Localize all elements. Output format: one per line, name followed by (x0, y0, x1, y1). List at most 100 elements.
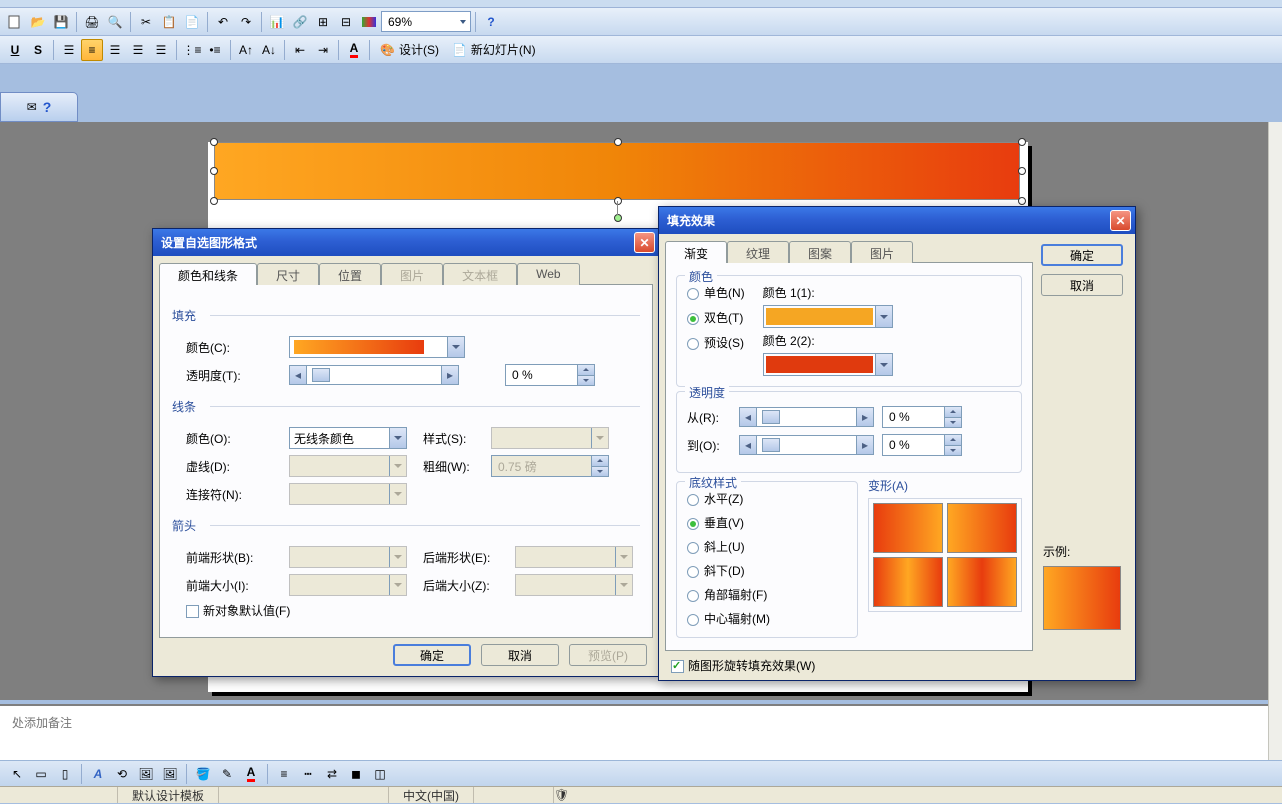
distribute-btn[interactable]: ☰ (150, 39, 172, 61)
tab-pattern[interactable]: 图案 (789, 241, 851, 263)
status-template: 默认设计模板 (118, 787, 219, 803)
close-button[interactable]: ✕ (1110, 210, 1131, 231)
shadow-btn[interactable]: S (27, 39, 49, 61)
toolbar-btn[interactable] (4, 11, 26, 33)
outdent-btn[interactable]: ⇤ (289, 39, 311, 61)
zoom-dropdown[interactable]: 69% (381, 11, 471, 32)
from-slider[interactable]: ◂▸ (739, 407, 874, 427)
end-style-select (515, 546, 633, 568)
increase-font-btn[interactable]: A↑ (235, 39, 257, 61)
vertical-scrollbar[interactable] (1268, 122, 1282, 760)
dialog-title: 设置自选图形格式 (161, 234, 257, 251)
undo-btn[interactable]: ↶ (212, 11, 234, 33)
mini-toolbar: ✉ ? (0, 92, 78, 122)
radio-diag-down[interactable]: 斜下(D) (687, 562, 847, 579)
new-slide-btn[interactable]: 📄新幻灯片(N) (446, 39, 542, 61)
draw-clipart[interactable]: 🖼 (135, 763, 157, 785)
3d-style-btn[interactable]: ◫ (369, 763, 391, 785)
toolbar-btn[interactable]: ⊟ (335, 11, 357, 33)
connector-label: 连接符(N): (186, 486, 281, 503)
tab-textbox: 文本框 (443, 263, 517, 285)
radio-one-color[interactable]: 单色(N) (687, 284, 745, 301)
tab-web[interactable]: Web (517, 263, 579, 285)
from-spin[interactable]: 0 % (882, 406, 962, 428)
variants-grid[interactable] (868, 498, 1022, 612)
ok-button[interactable]: 确定 (393, 644, 471, 666)
toolbar-btn[interactable]: 🔗 (289, 11, 311, 33)
mail-icon[interactable]: ✉ (27, 100, 37, 114)
help-icon[interactable]: ? (43, 99, 52, 115)
tab-size[interactable]: 尺寸 (257, 263, 319, 285)
fill-color-btn[interactable]: 🪣 (192, 763, 214, 785)
align-justify-btn[interactable]: ☰ (127, 39, 149, 61)
font-color-btn[interactable]: A (343, 39, 365, 61)
transparency-spin[interactable]: 0 % (505, 364, 595, 386)
to-slider[interactable]: ◂▸ (739, 435, 874, 455)
design-btn[interactable]: 🎨设计(S) (374, 39, 445, 61)
tab-color-line[interactable]: 颜色和线条 (159, 263, 257, 285)
default-checkbox[interactable]: 新对象默认值(F) (186, 602, 290, 619)
end-size-label: 后端大小(Z): (423, 577, 507, 594)
underline-btn[interactable]: U (4, 39, 26, 61)
selected-shape[interactable] (214, 142, 1020, 200)
cancel-button[interactable]: 取消 (1041, 274, 1123, 296)
radio-center[interactable]: 中心辐射(M) (687, 610, 847, 627)
radio-two-color[interactable]: 双色(T) (687, 309, 745, 326)
draw-wordart[interactable]: A (87, 763, 109, 785)
close-button[interactable]: ✕ (634, 232, 655, 253)
toolbar-btn[interactable]: 📂 (27, 11, 49, 33)
sample-preview (1043, 566, 1121, 630)
radio-corner[interactable]: 角部辐射(F) (687, 586, 847, 603)
draw-select[interactable]: ↖ (6, 763, 28, 785)
draw-picture[interactable]: 🖼 (159, 763, 181, 785)
align-left-btn[interactable]: ☰ (58, 39, 80, 61)
radio-vertical[interactable]: 垂直(V) (687, 514, 847, 531)
to-spin[interactable]: 0 % (882, 434, 962, 456)
notes-pane[interactable]: 处添加备注 (0, 704, 1268, 760)
color1-picker[interactable] (763, 305, 893, 328)
line-style-btn[interactable]: ≡ (273, 763, 295, 785)
help-btn[interactable]: ? (480, 11, 502, 33)
number-list-btn[interactable]: ⋮≡ (181, 39, 203, 61)
draw-textbox[interactable]: ▯ (54, 763, 76, 785)
toolbar-btn[interactable]: 📊 (266, 11, 288, 33)
toolbar-btn[interactable]: ✂ (135, 11, 157, 33)
arrow-style-btn[interactable]: ⇄ (321, 763, 343, 785)
tab-texture[interactable]: 纹理 (727, 241, 789, 263)
toolbar-btn[interactable]: ⊞ (312, 11, 334, 33)
transparency-slider[interactable]: ◂▸ (289, 365, 459, 385)
toolbar-btn[interactable]: 📋 (158, 11, 180, 33)
toolbar-btn[interactable]: 🔍 (104, 11, 126, 33)
align-center-btn[interactable]: ≡ (81, 39, 103, 61)
toolbar-btn[interactable]: 🖨 (81, 11, 103, 33)
draw-autoshape[interactable]: ▭ (30, 763, 52, 785)
dash-style-btn[interactable]: ┅ (297, 763, 319, 785)
tab-gradient[interactable]: 渐变 (665, 241, 727, 263)
color1-label: 颜色 1(1): (763, 284, 893, 301)
tab-position[interactable]: 位置 (319, 263, 381, 285)
line-color-select[interactable]: 无线条颜色 (289, 427, 407, 449)
radio-preset[interactable]: 预设(S) (687, 334, 745, 351)
transparency-label: 透明度(T): (186, 367, 281, 384)
draw-diagram[interactable]: ⟲ (111, 763, 133, 785)
toolbar-btn[interactable]: 📄 (181, 11, 203, 33)
font-color-btn2[interactable]: A (240, 763, 262, 785)
cancel-button[interactable]: 取消 (481, 644, 559, 666)
shadow-style-btn[interactable]: ◼ (345, 763, 367, 785)
toolbar-btn[interactable] (358, 11, 380, 33)
radio-diag-up[interactable]: 斜上(U) (687, 538, 847, 555)
indent-btn[interactable]: ⇥ (312, 39, 334, 61)
align-right-btn[interactable]: ☰ (104, 39, 126, 61)
color2-picker[interactable] (763, 353, 893, 376)
bullet-list-btn[interactable]: •≡ (204, 39, 226, 61)
ok-button[interactable]: 确定 (1041, 244, 1123, 266)
decrease-font-btn[interactable]: A↓ (258, 39, 280, 61)
line-color-btn[interactable]: ✎ (216, 763, 238, 785)
tab-picture[interactable]: 图片 (851, 241, 913, 263)
fill-effects-dialog: 填充效果 ✕ 渐变 纹理 图案 图片 颜色 单色(N) 双色(T) 预设(S) (658, 206, 1136, 681)
radio-horizontal[interactable]: 水平(Z) (687, 490, 847, 507)
rotate-checkbox[interactable]: 随图形旋转填充效果(W) (671, 659, 815, 673)
fill-color-select[interactable] (289, 336, 465, 358)
toolbar-btn[interactable]: 💾 (50, 11, 72, 33)
redo-btn[interactable]: ↷ (235, 11, 257, 33)
